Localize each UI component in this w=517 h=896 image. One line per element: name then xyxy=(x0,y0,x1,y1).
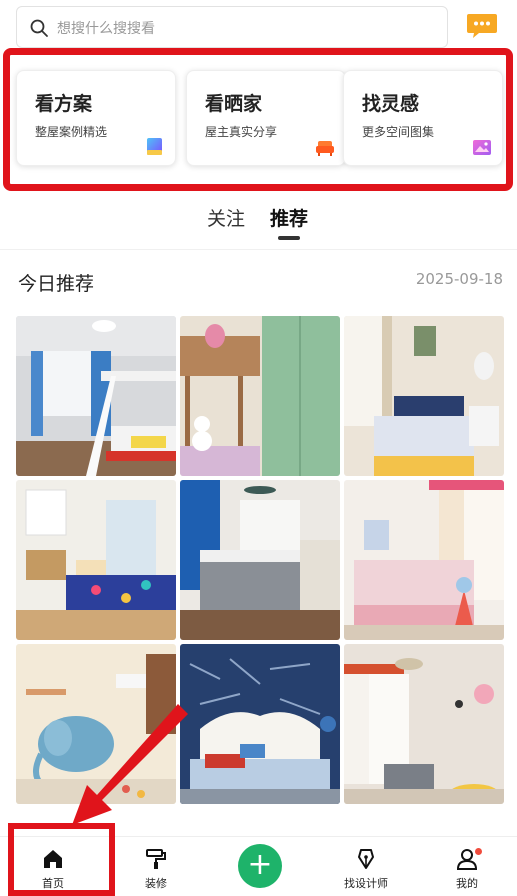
divider xyxy=(0,249,517,250)
nav-mine[interactable]: 我的 xyxy=(427,837,507,896)
nav-label-renovate: 装修 xyxy=(145,877,167,890)
room-photo-pink-bed[interactable] xyxy=(344,480,504,640)
red-arrow-icon xyxy=(72,704,188,825)
notification-dot xyxy=(475,848,482,855)
room-photo-green-wardrobe[interactable] xyxy=(180,316,340,476)
room-photo-hot-air-balloon[interactable] xyxy=(344,644,504,804)
paint-roller-icon xyxy=(146,849,166,869)
nav-label-mine: 我的 xyxy=(456,877,478,890)
tab-recommend[interactable]: 推荐 xyxy=(270,204,308,231)
room-photo-desk-bed[interactable] xyxy=(16,480,176,640)
room-photo-grey-bed[interactable] xyxy=(180,480,340,640)
plus-icon: + xyxy=(247,847,273,882)
tab-follow[interactable]: 关注 xyxy=(207,204,245,231)
section-date: 2025-09-18 xyxy=(415,270,503,288)
tab-active-indicator xyxy=(278,236,300,240)
pen-nib-icon xyxy=(358,849,374,869)
feed-tabs: 关注 推荐 xyxy=(0,200,517,244)
room-photo-blue-bed[interactable] xyxy=(344,316,504,476)
search-icon xyxy=(30,19,48,37)
section-title: 今日推荐 xyxy=(18,273,95,295)
search-placeholder: 想搜什么搜搜看 xyxy=(57,21,155,37)
nav-find-designer[interactable]: 找设计师 xyxy=(326,837,406,896)
highlight-frame-cards xyxy=(3,48,513,191)
message-icon[interactable] xyxy=(466,12,498,40)
room-photo-navy-wallpaper[interactable] xyxy=(180,644,340,804)
search-row: 想搜什么搜搜看 xyxy=(0,0,517,54)
nav-renovate[interactable]: 装修 xyxy=(116,837,196,896)
highlight-frame-home xyxy=(8,823,115,896)
search-input[interactable]: 想搜什么搜搜看 xyxy=(16,6,448,48)
nav-label-find-designer: 找设计师 xyxy=(344,877,388,890)
add-button[interactable]: + xyxy=(238,844,282,888)
room-photo-bunk-bed[interactable] xyxy=(16,316,176,476)
